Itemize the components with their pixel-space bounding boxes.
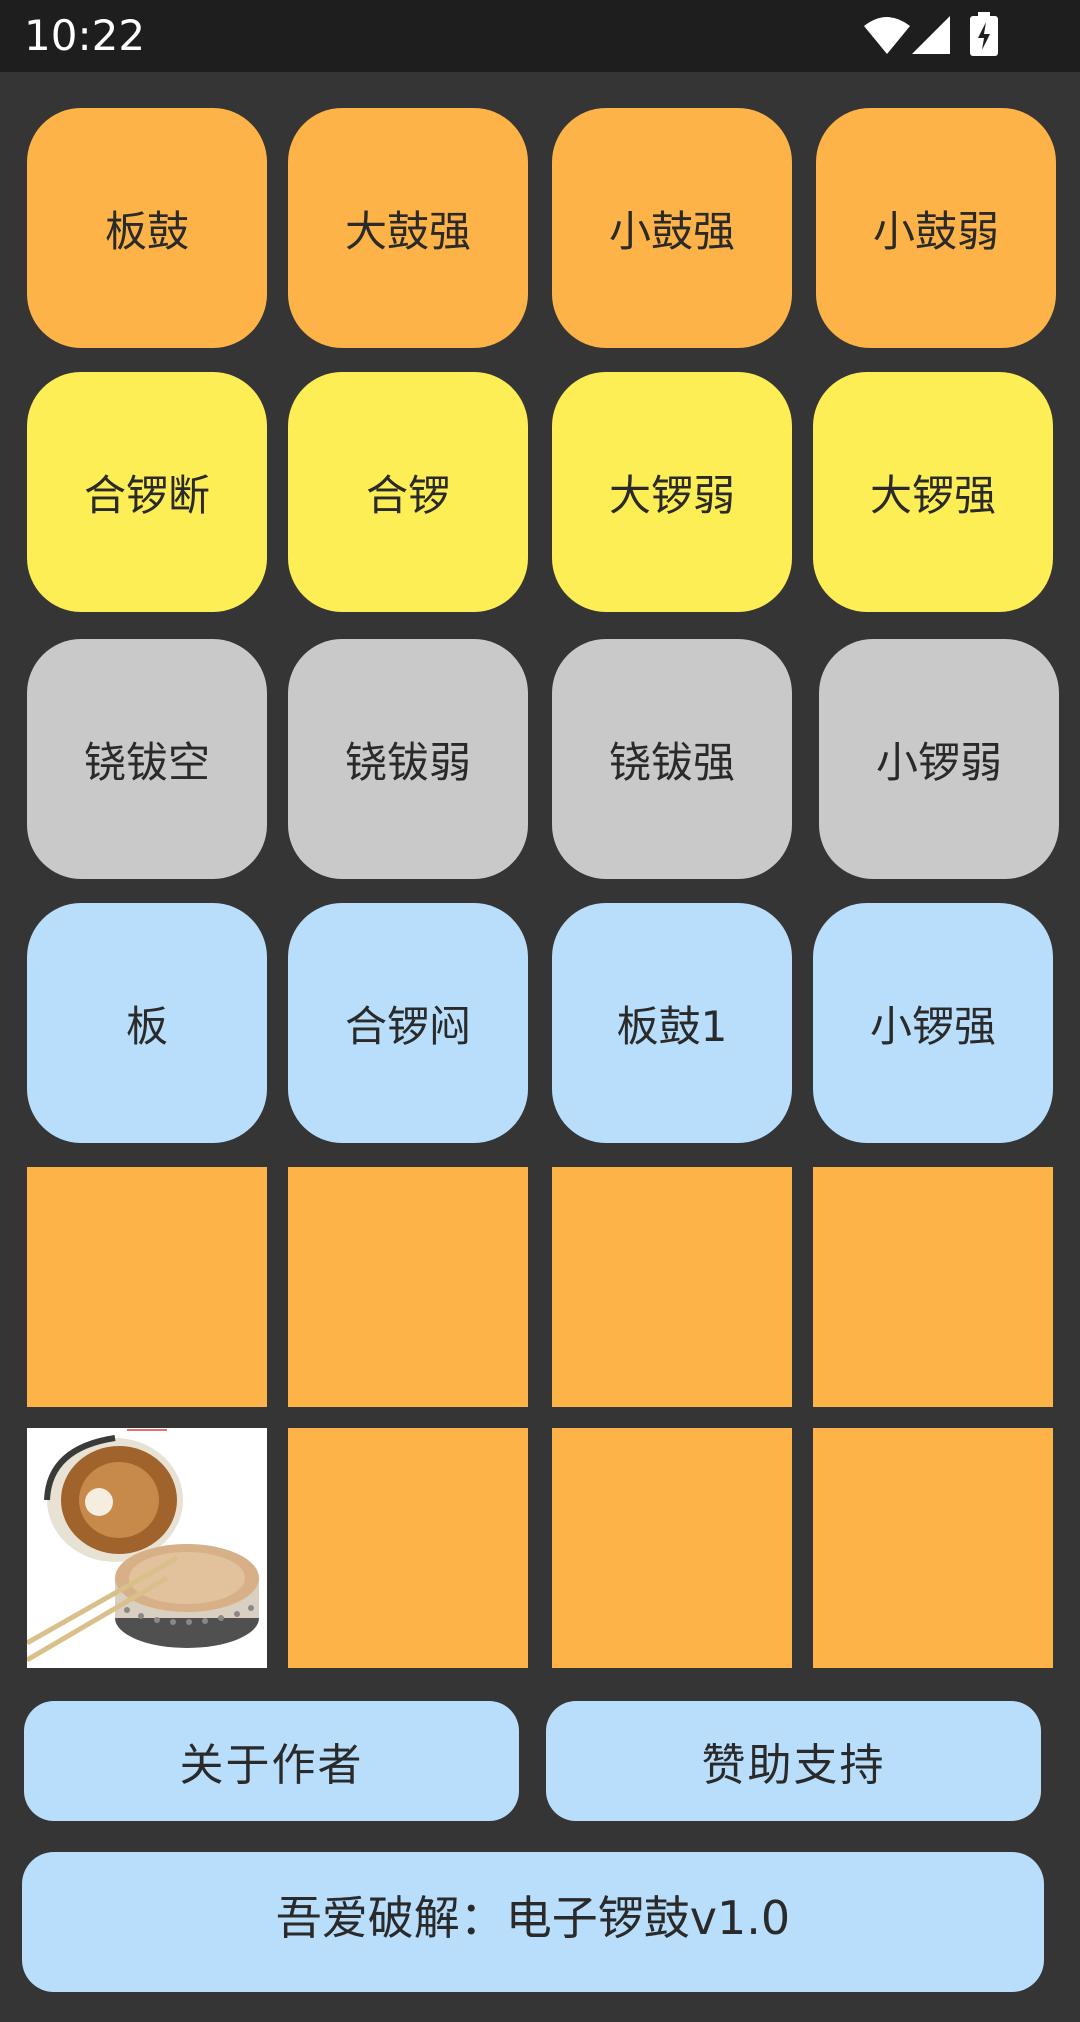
pad-dagu-strong[interactable]: 大鼓强 xyxy=(288,108,528,348)
sponsor-support-button[interactable]: 赞助支持 xyxy=(546,1701,1041,1821)
empty-pad[interactable] xyxy=(27,1167,267,1407)
battery-charging-icon xyxy=(970,12,998,56)
pad-xiaoluo-weak[interactable]: 小锣弱 xyxy=(819,639,1059,879)
status-bar: 10:22 xyxy=(0,0,1080,72)
app-title-label: 吾爱破解：电子锣鼓v1.0 xyxy=(275,1891,791,1945)
status-time: 10:22 xyxy=(24,11,146,60)
pad-heluo-muted[interactable]: 合锣闷 xyxy=(288,903,528,1143)
pad-xiaogu-strong[interactable]: 小鼓强 xyxy=(552,108,792,348)
empty-pad[interactable] xyxy=(288,1167,528,1407)
drum-illustration xyxy=(27,1428,267,1668)
pad-ban[interactable]: 板 xyxy=(27,903,267,1143)
empty-pad[interactable] xyxy=(813,1167,1053,1407)
pad-naobo-weak[interactable]: 铙钹弱 xyxy=(288,639,528,879)
pad-daluo-strong[interactable]: 大锣强 xyxy=(813,372,1053,612)
pad-daluo-weak[interactable]: 大锣弱 xyxy=(552,372,792,612)
wifi-icon xyxy=(864,17,910,54)
empty-pad[interactable] xyxy=(552,1167,792,1407)
pad-heluo[interactable]: 合锣 xyxy=(288,372,528,612)
pad-xiaogu-weak[interactable]: 小鼓弱 xyxy=(816,108,1056,348)
app-title-button[interactable]: 吾爱破解：电子锣鼓v1.0 xyxy=(22,1852,1044,1992)
cell-signal-icon xyxy=(912,16,950,54)
about-author-button[interactable]: 关于作者 xyxy=(24,1701,519,1821)
pad-naobo-strong[interactable]: 铙钹强 xyxy=(552,639,792,879)
empty-pad[interactable] xyxy=(813,1428,1053,1668)
pad-bangu[interactable]: 板鼓 xyxy=(27,108,267,348)
pad-naobo-empty[interactable]: 铙钹空 xyxy=(27,639,267,879)
pad-heluo-duan[interactable]: 合锣断 xyxy=(27,372,267,612)
pad-xiaoluo-strong[interactable]: 小锣强 xyxy=(813,903,1053,1143)
drum-photo xyxy=(27,1428,267,1668)
empty-pad[interactable] xyxy=(552,1428,792,1668)
pad-bangu-1[interactable]: 板鼓1 xyxy=(552,903,792,1143)
empty-pad[interactable] xyxy=(288,1428,528,1668)
